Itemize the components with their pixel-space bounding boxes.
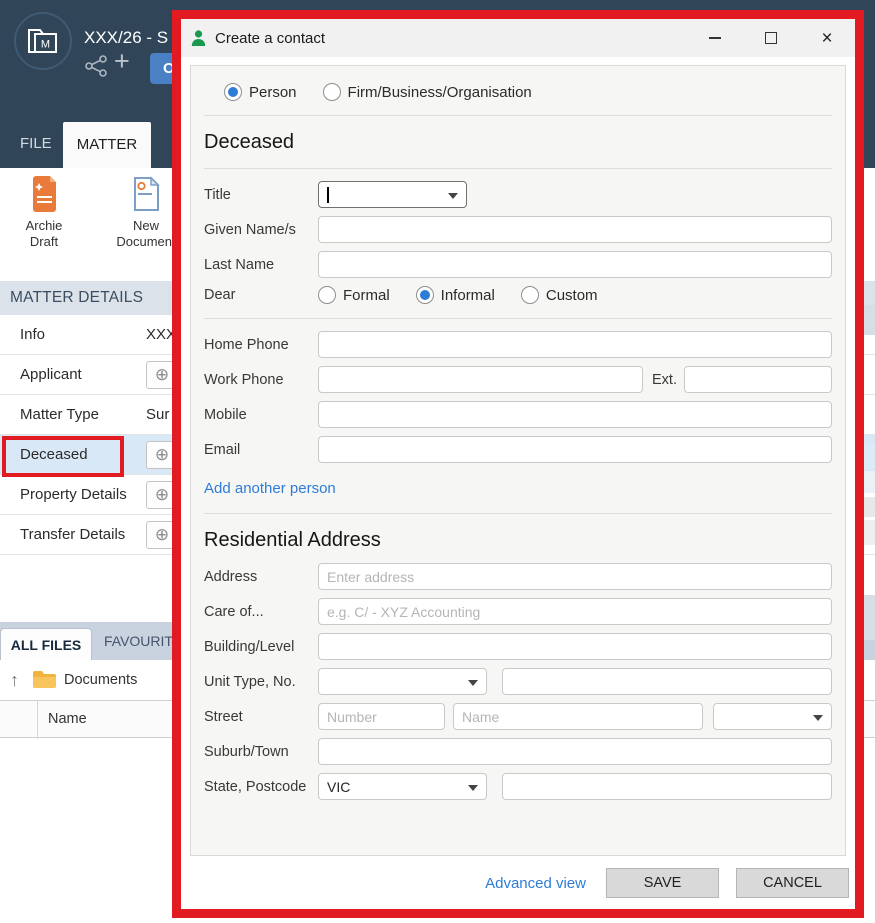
text-cursor (327, 186, 329, 203)
divider (204, 115, 832, 116)
create-contact-dialog: Create a contact × Person Firm/Business/… (172, 10, 864, 918)
radio-firm-label[interactable]: Firm/Business/Organisation (348, 84, 532, 101)
close-icon: × (821, 27, 833, 49)
care-of-input[interactable] (318, 598, 832, 625)
matter-logo-icon: M (14, 12, 72, 70)
suburb-town-input[interactable] (318, 738, 832, 765)
field-row-work-phone: Work Phone Ext. (204, 366, 832, 393)
add-icon[interactable]: + (114, 46, 130, 77)
archie-draft-icon (32, 176, 56, 212)
field-row-unit-type: Unit Type, No. (204, 668, 832, 695)
annotation-box-deceased (2, 436, 124, 477)
field-row-building-level: Building/Level (204, 633, 832, 660)
radio-dear-informal-label[interactable]: Informal (441, 287, 495, 304)
field-row-home-phone: Home Phone (204, 331, 832, 358)
unit-type-combobox[interactable] (318, 668, 487, 695)
radio-dear-informal[interactable] (415, 286, 434, 304)
matter-reference: XXX/26 - S (84, 28, 169, 47)
save-button[interactable]: SAVE (606, 868, 719, 898)
mobile-input[interactable] (318, 401, 832, 428)
field-row-street: Street (204, 703, 832, 730)
folder-icon[interactable] (32, 670, 56, 689)
contact-type-row: Person Firm/Business/Organisation (224, 83, 832, 101)
chevron-down-icon[interactable] (813, 715, 823, 721)
svg-text:M: M (41, 39, 50, 51)
column-header-name[interactable]: Name (48, 701, 87, 737)
title-combobox[interactable] (318, 181, 467, 208)
chevron-down-icon[interactable] (467, 680, 478, 686)
unit-number-input[interactable] (501, 668, 832, 695)
home-phone-input[interactable] (318, 331, 832, 358)
close-button[interactable]: × (799, 19, 855, 57)
cancel-button[interactable]: CANCEL (736, 868, 849, 898)
radio-dear-custom[interactable] (520, 286, 539, 304)
field-row-address: Address (204, 563, 832, 590)
radio-dear-custom-label[interactable]: Custom (546, 287, 598, 304)
chevron-down-icon[interactable] (467, 785, 478, 791)
contact-form-panel: Person Firm/Business/Organisation Deceas… (190, 65, 846, 856)
field-row-suburb: Suburb/Town (204, 738, 832, 765)
screen: M XXX/26 - S + O FILE MATTER Archie Draf… (0, 0, 875, 923)
field-row-dear: Dear Formal Informal Custom (204, 286, 598, 304)
share-icon[interactable] (84, 54, 110, 78)
street-name-input[interactable] (453, 703, 704, 730)
state-combobox[interactable]: VIC (318, 773, 487, 800)
column-divider (37, 701, 38, 739)
dialog-footer: Advanced view SAVE CANCEL (181, 857, 855, 909)
last-name-input[interactable] (318, 251, 832, 278)
maximize-icon (765, 32, 777, 44)
dialog-titlebar[interactable]: Create a contact × (181, 19, 855, 57)
field-row-given-names: Given Name/s (204, 216, 832, 243)
contact-person-icon (191, 29, 206, 46)
divider (204, 318, 832, 319)
field-row-title: Title (204, 181, 832, 208)
email-input[interactable] (318, 436, 832, 463)
tab-all-files[interactable]: ALL FILES (0, 628, 92, 661)
minimize-button[interactable] (687, 19, 743, 57)
maximize-button[interactable] (743, 19, 799, 57)
window-controls: × (687, 19, 855, 57)
radio-dear-formal-label[interactable]: Formal (343, 287, 390, 304)
ext-label: Ext. (652, 371, 677, 388)
divider (204, 168, 832, 169)
archie-draft-label: Archie Draft (25, 218, 63, 249)
archie-draft-button[interactable]: Archie Draft (4, 174, 84, 250)
section-heading-residential-address: Residential Address (204, 529, 381, 551)
radio-firm[interactable] (322, 83, 341, 101)
radio-dear-formal[interactable] (318, 286, 336, 304)
tab-file[interactable]: FILE (20, 135, 52, 152)
folder-up-icon[interactable]: ↑ (10, 660, 19, 700)
ext-input[interactable] (684, 366, 832, 393)
add-another-person-link[interactable]: Add another person (204, 480, 336, 497)
radio-person[interactable] (224, 83, 242, 101)
advanced-view-link[interactable]: Advanced view (485, 875, 586, 892)
tab-matter[interactable]: MATTER (63, 122, 151, 168)
dialog-body: Person Firm/Business/Organisation Deceas… (181, 57, 855, 909)
minimize-icon (709, 37, 721, 39)
field-row-state-postcode: State, Postcode VIC (204, 773, 832, 800)
chevron-down-icon[interactable] (448, 193, 458, 199)
new-document-icon (133, 176, 160, 211)
divider (204, 513, 832, 514)
postcode-input[interactable] (501, 773, 832, 800)
field-row-care-of: Care of... (204, 598, 832, 625)
field-row-mobile: Mobile (204, 401, 832, 428)
building-level-input[interactable] (318, 633, 832, 660)
dialog-title: Create a contact (215, 29, 326, 47)
work-phone-input[interactable] (318, 366, 644, 393)
section-heading-deceased: Deceased (204, 131, 295, 153)
field-row-email: Email (204, 436, 832, 463)
state-selected-value: VIC (327, 778, 351, 795)
given-names-input[interactable] (318, 216, 832, 243)
radio-person-label[interactable]: Person (249, 84, 297, 101)
street-number-input[interactable] (318, 703, 445, 730)
field-row-last-name: Last Name (204, 251, 832, 278)
current-folder-name[interactable]: Documents (64, 660, 137, 700)
street-type-combobox[interactable] (713, 703, 832, 730)
address-input[interactable] (318, 563, 832, 590)
